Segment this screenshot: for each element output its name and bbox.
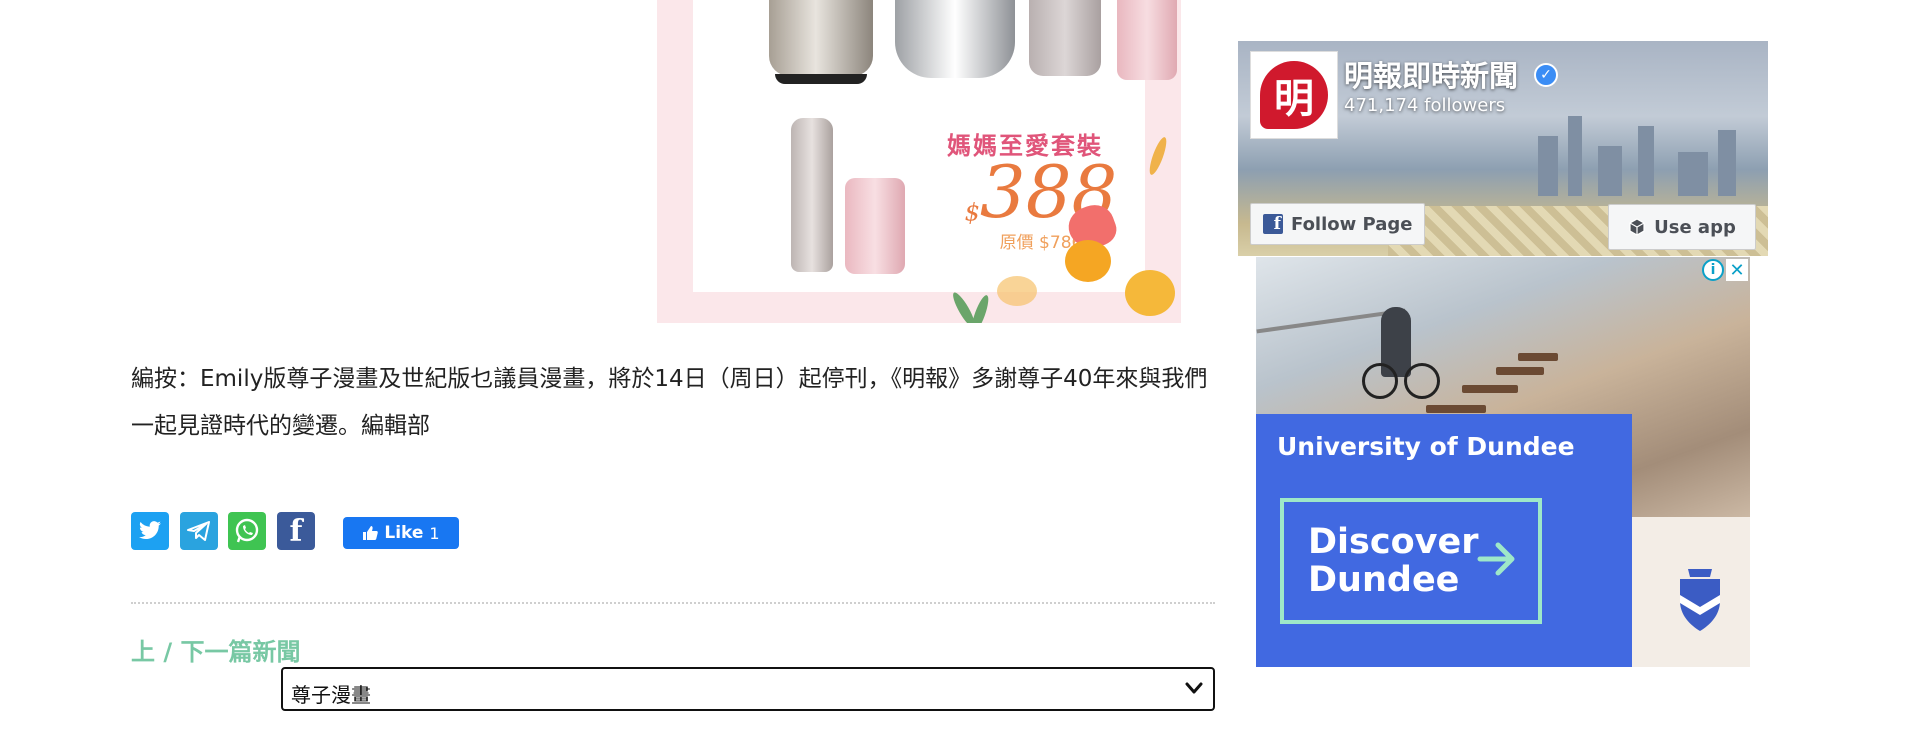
flower-decoration (997, 276, 1037, 306)
follow-page-button[interactable]: f Follow Page (1250, 203, 1426, 245)
follow-page-label: Follow Page (1291, 213, 1413, 235)
chevron-down-icon (1185, 682, 1203, 694)
flask-image (1029, 0, 1101, 76)
bike-wheel (1404, 363, 1440, 399)
university-name: University of Dundee (1277, 432, 1575, 461)
followers-count: 471,174 followers (1344, 95, 1506, 116)
facebook-like-button[interactable]: Like 1 (343, 517, 459, 549)
skyline-building (1638, 126, 1654, 196)
bench (1518, 353, 1558, 361)
bike-wheel (1362, 363, 1398, 399)
facebook-letter: f (289, 513, 303, 549)
skyline-building (1568, 116, 1582, 196)
page-name[interactable]: 明報即時新聞 (1344, 53, 1518, 95)
skyline-building (1538, 136, 1558, 196)
skyline-building (1678, 152, 1708, 196)
use-app-button[interactable]: Use app (1608, 204, 1756, 250)
steel-pot-image (895, 0, 1015, 78)
twitter-icon[interactable] (131, 512, 169, 550)
prev-next-heading: 上 / 下一篇新聞 (131, 638, 301, 666)
university-ad[interactable]: University of Dundee Discover Dundee i ✕ (1256, 257, 1750, 667)
verified-icon: ✓ (1534, 63, 1558, 87)
rice-cooker-image (769, 0, 873, 84)
skyline-building (1718, 130, 1736, 196)
facebook-icon[interactable]: f (277, 512, 315, 550)
flower-decoration (1125, 270, 1175, 316)
adchoices-icon[interactable]: i (1702, 259, 1724, 281)
food-jar-image (845, 178, 905, 274)
mingpao-logo: 明 (1260, 61, 1328, 129)
facebook-page-widget[interactable]: 明 明報即時新聞 ✓ 471,174 followers f Follow Pa… (1238, 41, 1768, 256)
page-logo[interactable]: 明 (1250, 51, 1338, 139)
use-app-label: Use app (1654, 216, 1736, 238)
water-bottle-image (791, 118, 833, 272)
news-select-dropdown[interactable]: 尊子漫畫 (281, 667, 1215, 711)
news-select-value: 尊子漫畫 (291, 683, 371, 707)
bench (1496, 367, 1544, 375)
bench (1462, 385, 1518, 393)
facebook-icon: f (1263, 214, 1283, 234)
crest-icon (1680, 569, 1720, 631)
discover-label: Discover Dundee (1308, 522, 1479, 600)
like-label: Like (384, 523, 424, 543)
cube-icon (1629, 218, 1645, 236)
whatsapp-icon[interactable] (228, 512, 266, 550)
editor-note: 編按：Emily版尊子漫畫及世紀版乜議員漫畫，將於14日（周日）起停刊，《明報》… (131, 366, 1208, 439)
close-icon[interactable]: ✕ (1726, 259, 1748, 281)
arrow-right-icon (1477, 542, 1515, 576)
ad-blue-panel: University of Dundee Discover Dundee (1256, 414, 1632, 667)
thumbs-up-icon (363, 526, 379, 540)
telegram-icon[interactable] (180, 512, 218, 550)
promo-currency: $ (964, 198, 980, 227)
flower-decoration (1065, 240, 1111, 282)
discover-dundee-button[interactable]: Discover Dundee (1280, 498, 1542, 624)
product-ad-banner[interactable]: 媽媽至愛套裝 $388 原價 $786 (657, 0, 1181, 323)
skyline-building (1598, 146, 1622, 196)
like-count: 1 (429, 523, 440, 543)
bench (1426, 405, 1486, 413)
pink-jar-image (1117, 0, 1177, 80)
leaf-decoration (1146, 135, 1170, 177)
dotted-divider (131, 602, 1215, 604)
